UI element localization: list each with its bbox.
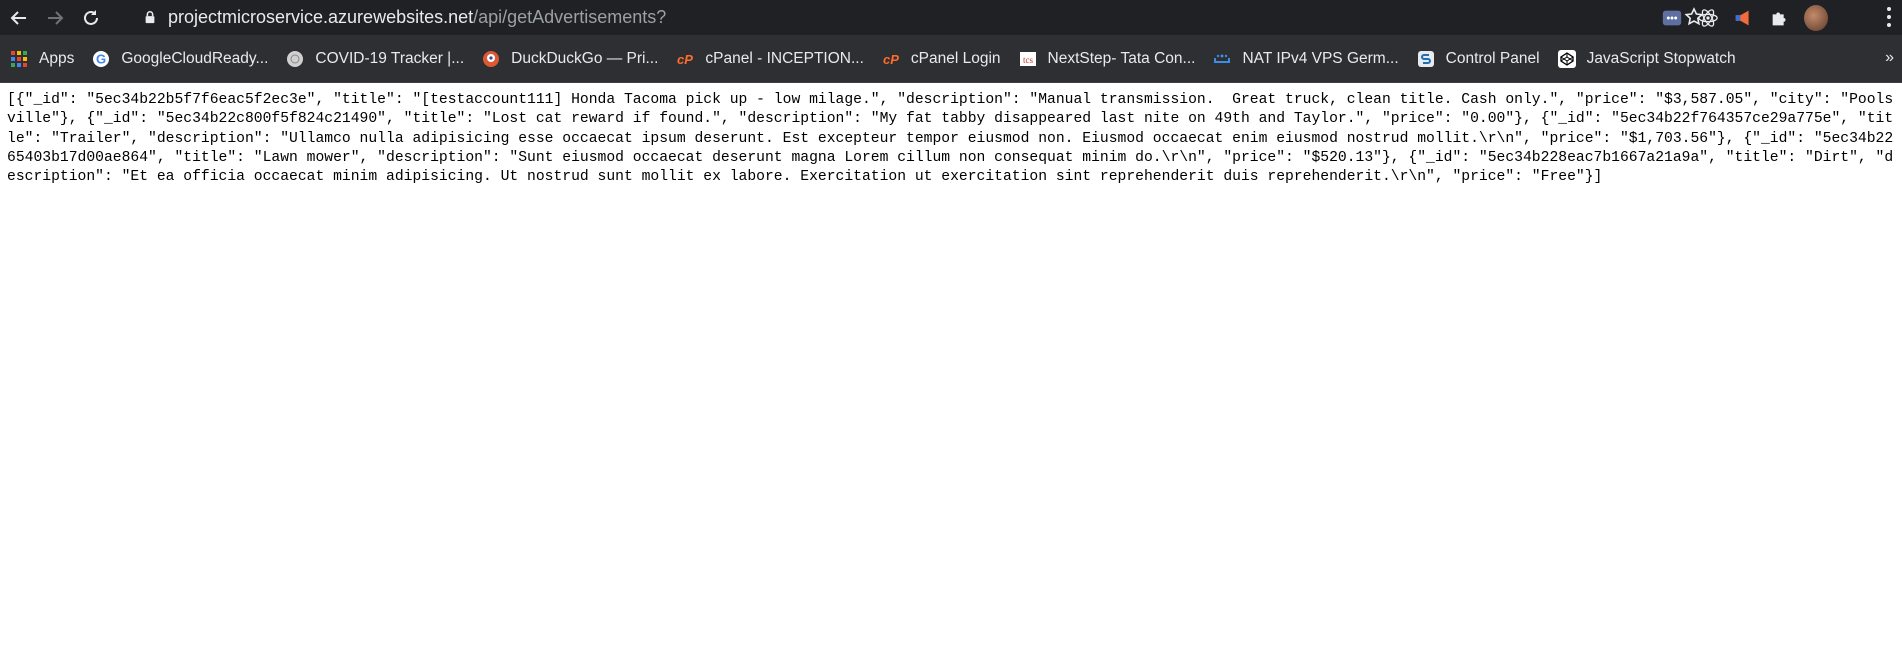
bookmark-label: cPanel - INCEPTION... bbox=[705, 49, 864, 67]
extensions-area bbox=[1660, 0, 1828, 35]
bookmark-covid-tracker[interactable]: COVID-19 Tracker |... bbox=[278, 43, 472, 75]
extension-dots-icon[interactable] bbox=[1660, 6, 1684, 30]
back-button[interactable] bbox=[2, 1, 36, 35]
bookmark-label: COVID-19 Tracker |... bbox=[315, 49, 465, 67]
url-text[interactable]: projectmicroservice.azurewebsites.net/ap… bbox=[168, 7, 666, 28]
json-response-text: [{"_id": "5ec34b22b5f7f6eac5f2ec3e", "ti… bbox=[7, 92, 1894, 186]
react-devtools-icon[interactable] bbox=[1696, 6, 1720, 30]
bookmark-label: JavaScript Stopwatch bbox=[1586, 49, 1736, 67]
more-menu-icon[interactable] bbox=[1886, 7, 1892, 27]
svg-text:G: G bbox=[96, 51, 106, 66]
bookmarks-overflow-button[interactable]: » bbox=[1885, 49, 1894, 67]
arrow-right-icon bbox=[48, 10, 64, 25]
codepen-icon bbox=[1557, 49, 1576, 68]
bookmark-googlecloudready[interactable]: G GoogleCloudReady... bbox=[84, 43, 276, 75]
bookmark-label: cPanel Login bbox=[910, 49, 1001, 67]
reload-icon bbox=[84, 9, 98, 25]
megaphone-icon[interactable] bbox=[1732, 6, 1756, 30]
bookmark-apps[interactable]: Apps bbox=[2, 43, 82, 75]
address-bar[interactable]: projectmicroservice.azurewebsites.net/ap… bbox=[132, 1, 1712, 33]
duckduckgo-icon bbox=[482, 50, 500, 68]
globe-icon bbox=[286, 50, 304, 68]
control-panel-icon bbox=[1417, 50, 1435, 68]
apps-grid-icon bbox=[10, 50, 28, 68]
bookmark-label: DuckDuckGo — Pri... bbox=[511, 49, 659, 67]
bookmark-cpanel-login[interactable]: cP cPanel Login bbox=[874, 43, 1009, 75]
google-icon: G bbox=[92, 50, 110, 68]
cpanel-icon: cP bbox=[882, 50, 900, 68]
bookmark-nat-vps[interactable]: NAT IPv4 VPS Germ... bbox=[1205, 43, 1406, 75]
bookmark-duckduckgo[interactable]: DuckDuckGo — Pri... bbox=[474, 43, 666, 75]
svg-text:cP: cP bbox=[677, 52, 693, 67]
svg-text:tcs: tcs bbox=[1023, 55, 1033, 65]
reload-button[interactable] bbox=[74, 1, 108, 35]
page-content: [{"_id": "5ec34b22b5f7f6eac5f2ec3e", "ti… bbox=[0, 83, 1902, 187]
bookmark-nextstep[interactable]: tcs NextStep- Tata Con... bbox=[1011, 43, 1204, 75]
url-host: projectmicroservice.azurewebsites.net bbox=[168, 6, 474, 27]
bookmark-label: Control Panel bbox=[1445, 49, 1540, 67]
bookmark-js-stopwatch[interactable]: JavaScript Stopwatch bbox=[1550, 43, 1744, 75]
bookmark-label: NextStep- Tata Con... bbox=[1047, 49, 1196, 67]
url-path: /api/getAdvertisements? bbox=[473, 6, 667, 27]
bookmarks-bar: Apps G GoogleCloudReady... COVID-19 Trac… bbox=[0, 35, 1902, 83]
arrow-left-icon bbox=[10, 10, 26, 25]
nat-icon bbox=[1213, 50, 1231, 68]
forward-button[interactable] bbox=[38, 1, 72, 35]
lock-icon bbox=[142, 9, 158, 25]
browser-toolbar: projectmicroservice.azurewebsites.net/ap… bbox=[0, 0, 1902, 35]
puzzle-icon[interactable] bbox=[1768, 6, 1792, 30]
bookmark-cpanel-inception[interactable]: cP cPanel - INCEPTION... bbox=[668, 43, 871, 75]
bookmark-control-panel[interactable]: Control Panel bbox=[1409, 43, 1548, 75]
tcs-icon: tcs bbox=[1019, 50, 1037, 68]
avatar[interactable] bbox=[1804, 4, 1828, 31]
browser-chrome: projectmicroservice.azurewebsites.net/ap… bbox=[0, 0, 1902, 83]
svg-text:cP: cP bbox=[883, 52, 899, 67]
cpanel-icon: cP bbox=[676, 50, 694, 68]
bookmark-label: GoogleCloudReady... bbox=[121, 49, 269, 67]
bookmark-label: Apps bbox=[39, 49, 75, 67]
bookmark-label: NAT IPv4 VPS Germ... bbox=[1242, 49, 1399, 67]
